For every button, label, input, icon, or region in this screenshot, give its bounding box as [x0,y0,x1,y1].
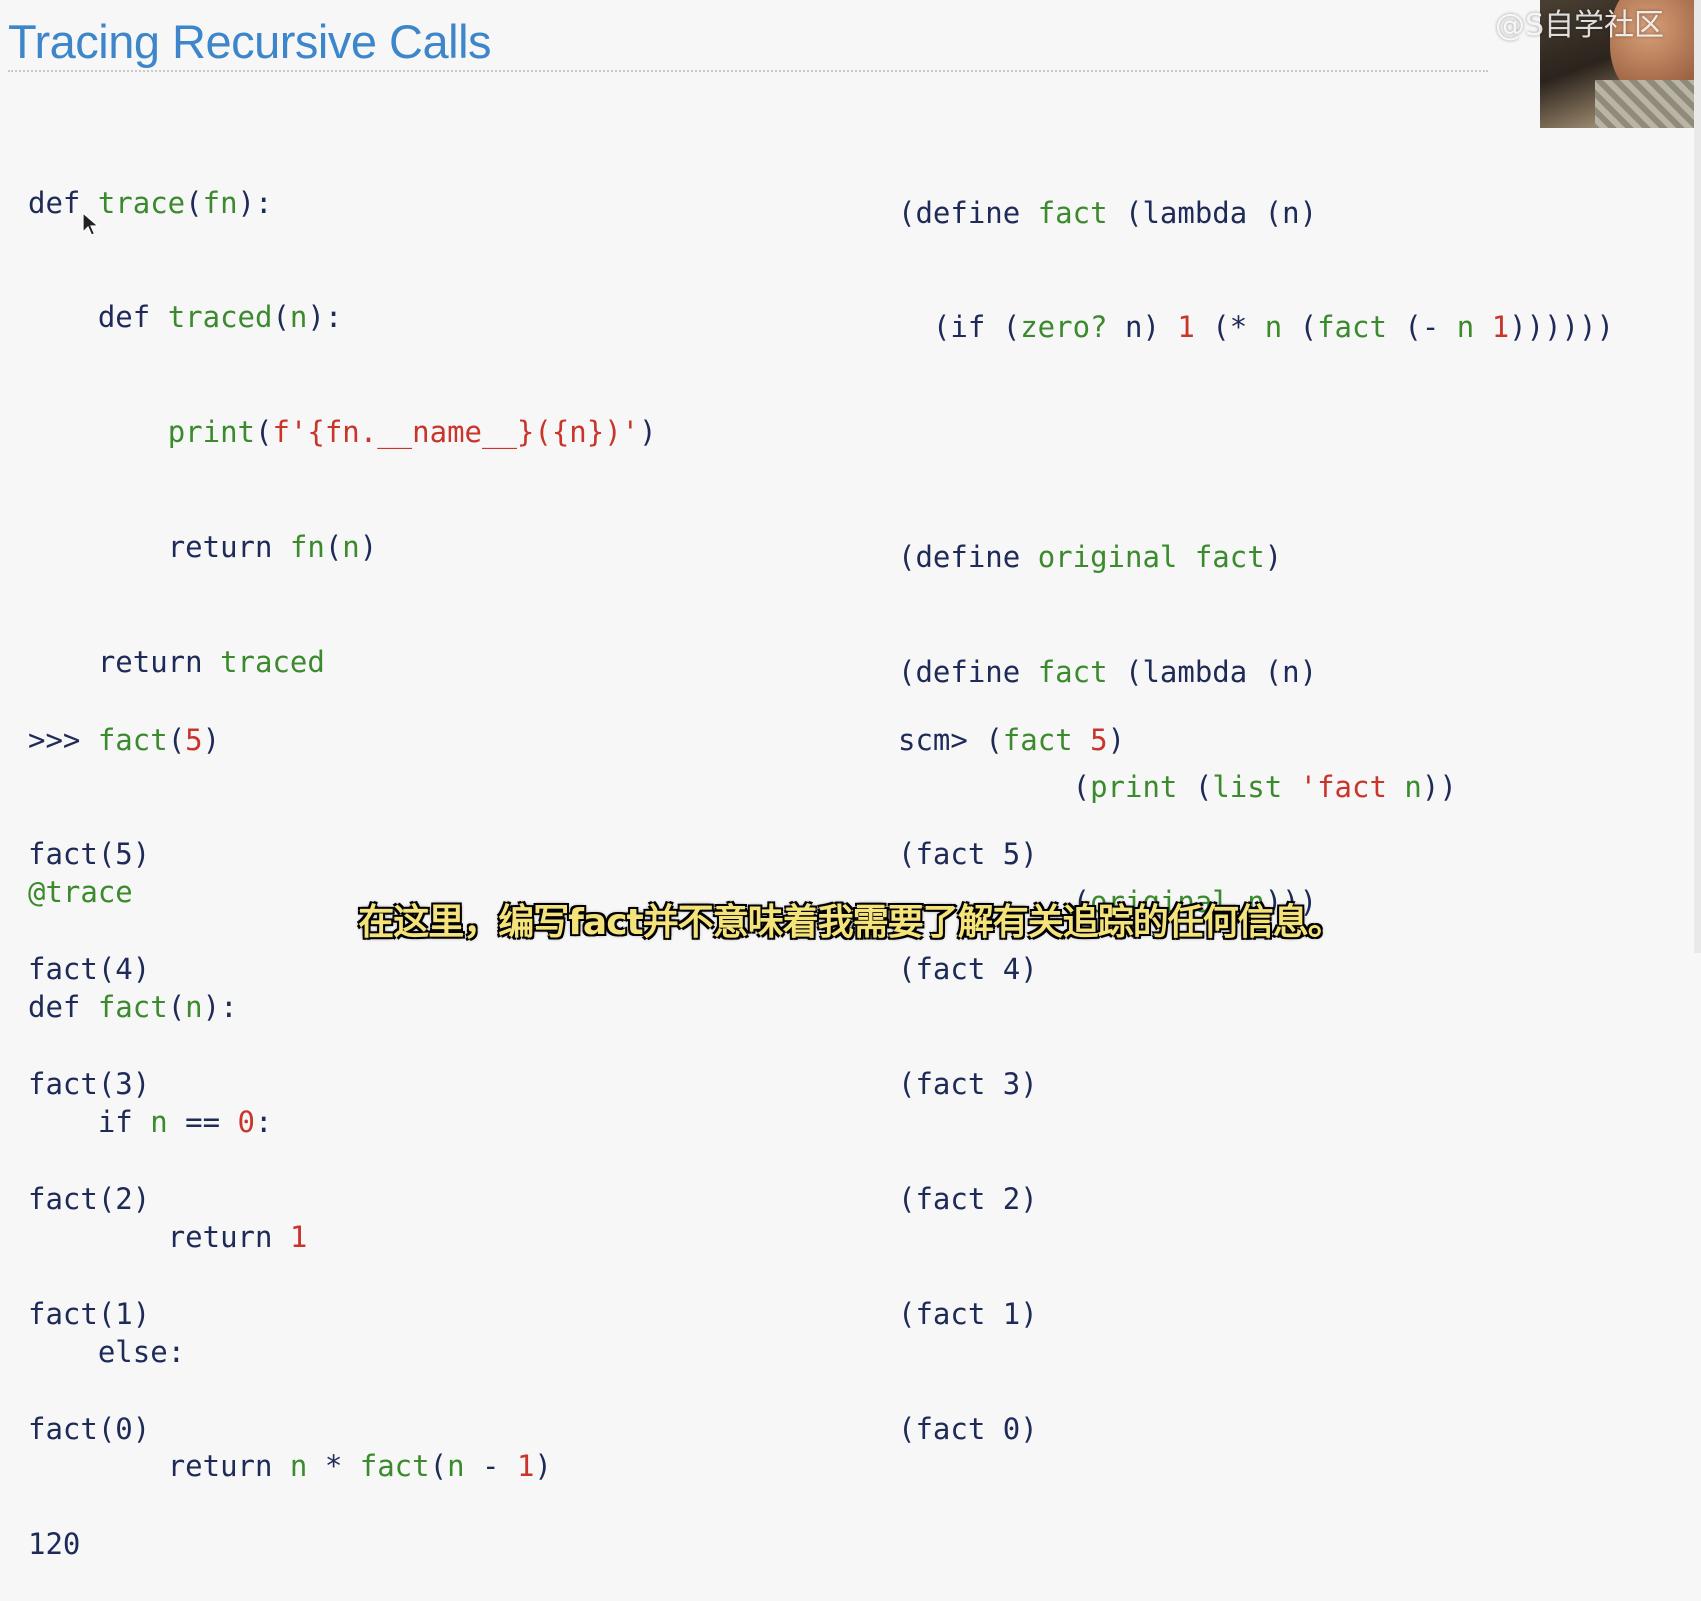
repl-output-line: fact(1) [28,1297,151,1332]
code-line: return fn(n) [167,530,378,565]
watermark-text: @S自学社区 [1495,8,1665,43]
code-line: print(f'{fn.__name__}({n})') [167,415,657,450]
repl-output-line: (fact 0) [898,1411,1038,1446]
repl-output-line: fact(2) [28,1182,151,1217]
video-subtitle: 在这里，编写fact并不意味着我需要了解有关追踪的任何信息。 [358,902,1344,943]
title-divider [8,70,1488,72]
right-edge-strip [1694,0,1701,953]
repl-output-line: (fact 3) [898,1067,1038,1102]
repl-output-line: (fact 2) [898,1182,1038,1217]
code-line: def traced(n): [97,300,343,335]
repl-output-line: fact(4) [28,952,151,987]
repl-output-line: (fact 5) [898,837,1038,872]
repl-output-line: fact(3) [28,1067,151,1102]
scheme-session: scm> (fact 5) (fact 5) (fact 4) (fact 3)… [898,644,1125,1487]
code-line: (if (zero? n) 1 (* n (fact (- n 1)))))) [898,310,1614,345]
repl-output-line: (fact 4) [898,952,1038,987]
python-session: >>> fact(5) fact(5) fact(4) fact(3) fact… [28,644,220,1601]
repl-output-line: fact(0) [28,1411,151,1446]
repl-output-line: 120 [28,1526,81,1561]
code-line: (define original fact) [898,540,1283,575]
presenter-shirt [1595,80,1694,128]
code-line: (define fact (lambda (n) [898,195,1318,230]
repl-input-line: >>> fact(5) [28,722,221,757]
repl-output-line: (fact 1) [898,1297,1038,1332]
slide-title: Tracing Recursive Calls [8,15,492,68]
code-line: def trace(fn): [28,185,273,220]
repl-output-line: fact(5) [28,837,151,872]
repl-input-line: scm> (fact 5) [898,722,1126,757]
